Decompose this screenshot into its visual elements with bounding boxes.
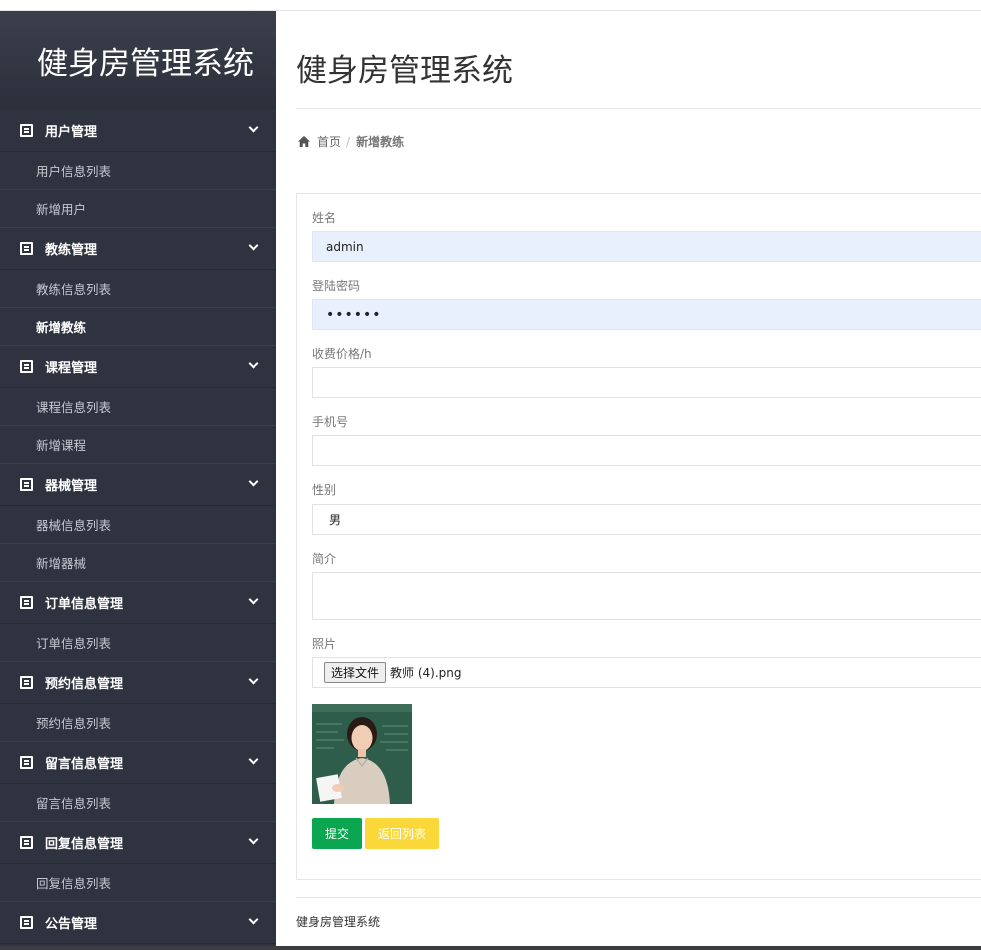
menu-head-label: 留言信息管理	[45, 757, 124, 772]
password-value: ••••••	[326, 306, 382, 323]
menu-item-user-list[interactable]: 用户信息列表	[0, 152, 276, 190]
name-value: admin	[326, 239, 364, 254]
menu-head-label: 回复信息管理	[45, 837, 124, 852]
name-label: 姓名	[312, 211, 337, 225]
menu-head-label: 用户管理	[45, 125, 98, 140]
brand-title: 健身房管理系统	[37, 46, 254, 82]
chevron-down-icon	[248, 675, 258, 685]
chevron-down-icon	[248, 595, 258, 605]
gender-value: 男	[329, 513, 342, 527]
menu-head-users[interactable]: 用户管理	[0, 110, 276, 152]
photo-file-input: 选择文件 教师 (4).png	[312, 657, 981, 688]
menu-group-courses: 课程管理 课程信息列表 新增课程	[0, 346, 276, 464]
choose-file-button[interactable]: 选择文件	[324, 662, 387, 683]
list-icon	[20, 596, 33, 609]
footer-divider	[296, 897, 981, 898]
menu-item-add-coach[interactable]: 新增教练	[0, 308, 276, 346]
name-input[interactable]: admin	[312, 231, 981, 262]
price-label: 收费价格/h	[312, 347, 372, 361]
menu-item-coach-list[interactable]: 教练信息列表	[0, 270, 276, 308]
menu-item-add-user[interactable]: 新增用户	[0, 190, 276, 228]
submit-button[interactable]: 提交	[312, 818, 362, 849]
list-icon	[20, 124, 33, 137]
phone-label: 手机号	[312, 415, 349, 429]
chevron-down-icon	[248, 915, 258, 925]
list-icon	[20, 242, 33, 255]
menu-group-coaches: 教练管理 教练信息列表 新增教练	[0, 228, 276, 346]
menu-head-replies[interactable]: 回复信息管理	[0, 822, 276, 864]
menu-head-label: 课程管理	[45, 361, 98, 376]
gender-select[interactable]: 男	[312, 504, 981, 535]
menu-item-add-course[interactable]: 新增课程	[0, 426, 276, 464]
password-label: 登陆密码	[312, 279, 361, 293]
file-name: 教师 (4).png	[390, 666, 462, 680]
menu-head-label: 预约信息管理	[45, 677, 124, 692]
menu-item-reservation-list[interactable]: 预约信息列表	[0, 704, 276, 742]
menu-group-replies: 回复信息管理 回复信息列表	[0, 822, 276, 902]
menu-group-equipment: 器械管理 器械信息列表 新增器械	[0, 464, 276, 582]
breadcrumb-current: 新增教练	[356, 135, 405, 149]
menu-head-label: 公告管理	[45, 917, 98, 932]
chevron-down-icon	[248, 123, 258, 133]
add-coach-form: 姓名 admin 登陆密码 •••••• 收费价格/h 手机号 性别 男 简介 …	[296, 193, 981, 880]
menu-group-notices: 公告管理	[0, 902, 276, 944]
list-icon	[20, 836, 33, 849]
list-icon	[20, 756, 33, 769]
chevron-down-icon	[248, 241, 258, 251]
menu-group-messages: 留言信息管理 留言信息列表	[0, 742, 276, 822]
menu-item-message-list[interactable]: 留言信息列表	[0, 784, 276, 822]
photo-label: 照片	[312, 637, 337, 651]
password-input[interactable]: ••••••	[312, 299, 981, 330]
main-content: 健身房管理系统 首页 / 新增教练 姓名 admin 登陆密码 •••••• 收…	[276, 11, 981, 950]
menu-head-reservations[interactable]: 预约信息管理	[0, 662, 276, 704]
phone-input[interactable]	[312, 435, 981, 466]
menu-group-orders: 订单信息管理 订单信息列表	[0, 582, 276, 662]
menu-group-users: 用户管理 用户信息列表 新增用户	[0, 110, 276, 228]
menu-head-coaches[interactable]: 教练管理	[0, 228, 276, 270]
menu-item-add-equipment[interactable]: 新增器械	[0, 544, 276, 582]
intro-textarea[interactable]	[312, 572, 981, 620]
back-to-list-button[interactable]: 返回列表	[365, 818, 439, 849]
menu-group-reservations: 预约信息管理 预约信息列表	[0, 662, 276, 742]
breadcrumb-home-link[interactable]: 首页	[317, 133, 341, 150]
price-input[interactable]	[312, 367, 981, 398]
chevron-down-icon	[248, 359, 258, 369]
menu-head-notices[interactable]: 公告管理	[0, 902, 276, 944]
chevron-down-icon	[248, 477, 258, 487]
menu-head-label: 订单信息管理	[45, 597, 124, 612]
list-icon	[20, 360, 33, 373]
breadcrumb: 首页 / 新增教练	[298, 133, 404, 150]
chevron-down-icon	[248, 835, 258, 845]
menu-item-order-list[interactable]: 订单信息列表	[0, 624, 276, 662]
menu-item-reply-list[interactable]: 回复信息列表	[0, 864, 276, 902]
menu-head-orders[interactable]: 订单信息管理	[0, 582, 276, 624]
coach-photo-preview	[312, 704, 412, 804]
menu-item-course-list[interactable]: 课程信息列表	[0, 388, 276, 426]
menu-head-messages[interactable]: 留言信息管理	[0, 742, 276, 784]
bottom-bar	[0, 946, 981, 950]
sidebar-brand: 健身房管理系统	[0, 11, 276, 110]
chevron-down-icon	[248, 755, 258, 765]
menu-head-equipment[interactable]: 器械管理	[0, 464, 276, 506]
sidebar: 健身房管理系统 用户管理 用户信息列表 新增用户 教练管理 教练信息列表 新增教…	[0, 11, 276, 950]
menu-head-courses[interactable]: 课程管理	[0, 346, 276, 388]
gender-label: 性别	[312, 483, 337, 497]
menu-head-label: 器械管理	[45, 479, 98, 494]
footer-text: 健身房管理系统	[296, 915, 381, 929]
menu-head-label: 教练管理	[45, 243, 98, 258]
list-icon	[20, 916, 33, 929]
page-title: 健身房管理系统	[296, 53, 513, 89]
list-icon	[20, 478, 33, 491]
breadcrumb-separator: /	[346, 134, 351, 149]
intro-label: 简介	[312, 552, 337, 566]
menu-item-equipment-list[interactable]: 器械信息列表	[0, 506, 276, 544]
list-icon	[20, 676, 33, 689]
divider	[296, 108, 981, 109]
home-icon	[298, 136, 310, 147]
